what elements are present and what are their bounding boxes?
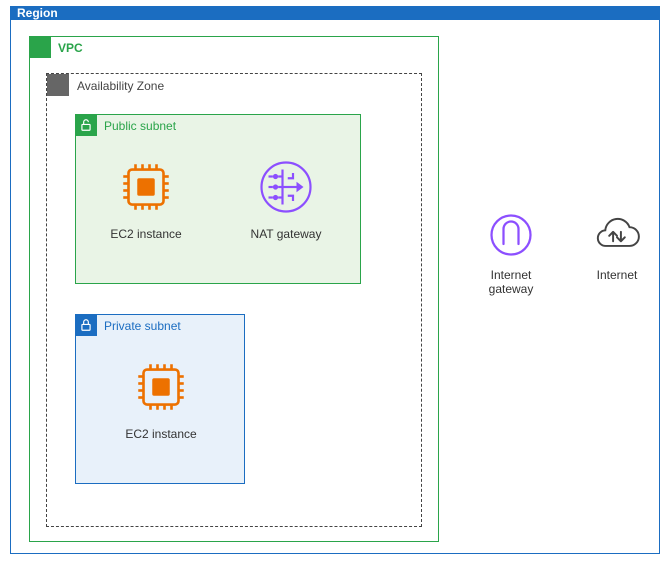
vpc-label: VPC [58, 41, 83, 55]
cloud-icon [592, 210, 642, 260]
vpc-icon [29, 36, 51, 58]
internet-gateway-label: Internet gateway [471, 268, 551, 296]
nat-gateway-icon [256, 157, 316, 217]
ec2-icon [131, 357, 191, 417]
az-icon [47, 74, 69, 96]
availability-zone-container: Availability Zone Public subnet [46, 73, 422, 527]
az-label: Availability Zone [77, 79, 164, 93]
internet-node: Internet [577, 210, 657, 282]
region-label: Region [17, 6, 58, 20]
private-subnet-container: Private subnet EC2 instance [75, 314, 245, 484]
ec2-instance-node: EC2 instance [96, 157, 196, 241]
nat-gateway-node: NAT gateway [236, 157, 336, 241]
unlock-icon [75, 114, 97, 136]
internet-gateway-icon [486, 210, 536, 260]
lock-icon [75, 314, 97, 336]
public-subnet-label: Public subnet [104, 119, 176, 133]
ec2-instance-node: EC2 instance [111, 357, 211, 441]
region-container: Region VPC Availability Zone Public subn… [10, 6, 660, 554]
public-subnet-container: Public subnet EC2 instance [75, 114, 361, 284]
nat-gateway-label: NAT gateway [236, 227, 336, 241]
ec2-label: EC2 instance [111, 427, 211, 441]
internet-label: Internet [577, 268, 657, 282]
ec2-icon [116, 157, 176, 217]
internet-gateway-node: Internet gateway [471, 210, 551, 296]
vpc-container: VPC Availability Zone Public subnet [29, 36, 439, 542]
private-subnet-label: Private subnet [104, 319, 181, 333]
ec2-label: EC2 instance [96, 227, 196, 241]
